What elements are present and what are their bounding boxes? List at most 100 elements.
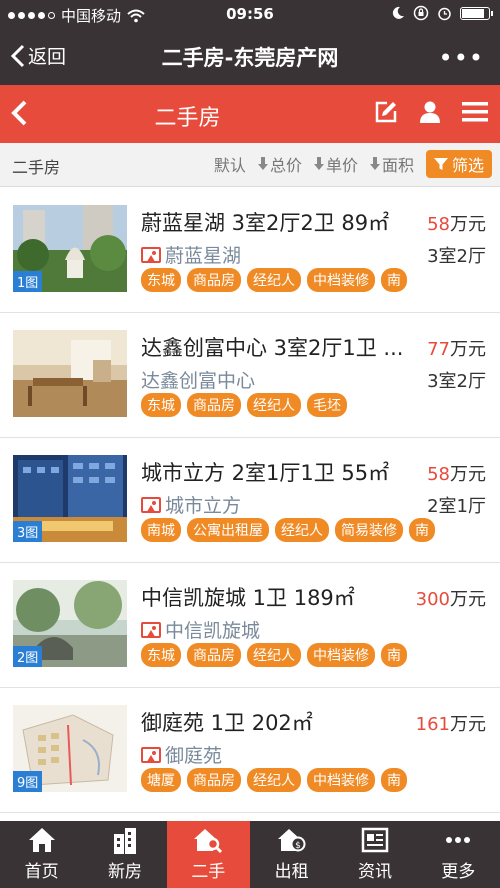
more-menu-button[interactable]: ••• <box>439 44 484 72</box>
listing-list: 1图 蔚蓝星湖 3室2厅2卫 89㎡ 58万元 蔚蓝星湖 3室2厅 东城 商品房… <box>0 188 500 813</box>
tag: 毛坯 <box>307 393 347 417</box>
tag: 经纪人 <box>275 518 329 542</box>
photo-count-badge: 9图 <box>13 771 43 792</box>
photo-count-badge: 2图 <box>13 646 43 667</box>
funnel-icon <box>433 158 448 170</box>
alarm-icon <box>438 7 451 20</box>
tag: 公寓出租屋 <box>187 518 269 542</box>
tab-more[interactable]: 更多 <box>417 821 500 888</box>
tag: 中档装修 <box>307 643 375 667</box>
tag: 南城 <box>141 518 181 542</box>
tag: 商品房 <box>187 768 241 792</box>
tag: 南 <box>381 768 407 792</box>
listing-photo <box>13 330 127 417</box>
listing-tags: 东城 商品房 经纪人 毛坯 <box>141 393 347 417</box>
house-search-icon <box>194 829 223 854</box>
tag: 简易装修 <box>335 518 403 542</box>
nav-bar: 返回 二手房-东莞房产网 ••• <box>0 28 500 85</box>
listing-photo: 9图 <box>13 705 127 792</box>
tag: 经纪人 <box>247 768 301 792</box>
community-link[interactable]: 御庭苑 <box>141 741 222 768</box>
community-link[interactable]: 达鑫创富中心 <box>141 366 255 393</box>
photo-count-badge: 3图 <box>13 521 43 542</box>
listing-price: 161万元 <box>415 714 486 735</box>
sort-default[interactable]: 默认 <box>214 152 246 176</box>
moon-icon <box>392 6 404 19</box>
photo-count-badge: 1图 <box>13 271 43 292</box>
news-icon <box>361 827 389 853</box>
listing-tags: 东城 商品房 经纪人 中档装修 南 <box>141 268 407 292</box>
listing-price: 77万元 <box>427 339 486 360</box>
tag: 经纪人 <box>247 643 301 667</box>
tab-home[interactable]: 首页 <box>0 821 83 888</box>
menu-icon[interactable] <box>462 100 488 124</box>
tab-news[interactable]: 资讯 <box>333 821 416 888</box>
more-dots-icon <box>446 837 471 843</box>
breadcrumb: 二手房 <box>12 158 61 177</box>
listing-title: 御庭苑 1卫 202㎡ <box>141 711 313 735</box>
image-icon <box>141 746 161 763</box>
community-link[interactable]: 蔚蓝星湖 <box>141 241 241 268</box>
building-icon <box>113 828 136 854</box>
image-icon <box>141 496 161 513</box>
listing-tags: 东城 商品房 经纪人 中档装修 南 <box>141 643 407 667</box>
listing-price: 300万元 <box>415 589 486 610</box>
listing-price: 58万元 <box>427 214 486 235</box>
sort-unit-price[interactable]: 单价 <box>313 152 358 176</box>
listing-title: 达鑫创富中心 3室2厅1卫 ... <box>141 336 404 360</box>
listing-item[interactable]: 2图 中信凯旋城 1卫 189㎡ 300万元 中信凯旋城 东城 商品房 经纪人 … <box>0 563 500 688</box>
listing-title: 蔚蓝星湖 3室2厅2卫 89㎡ <box>141 211 390 235</box>
tag: 塘厦 <box>141 768 181 792</box>
tag: 商品房 <box>187 643 241 667</box>
battery-icon <box>460 6 493 20</box>
rotation-lock-icon <box>413 5 429 21</box>
tag: 中档装修 <box>307 268 375 292</box>
sort-total-price[interactable]: 总价 <box>257 152 302 176</box>
tag: 商品房 <box>187 393 241 417</box>
listing-title: 中信凯旋城 1卫 189㎡ <box>141 586 355 610</box>
listing-item[interactable]: 9图 御庭苑 1卫 202㎡ 161万元 御庭苑 塘厦 商品房 经纪人 中档装修… <box>0 688 500 813</box>
tag: 中档装修 <box>307 768 375 792</box>
house-coin-icon: $ <box>277 829 306 852</box>
tag: 东城 <box>141 643 181 667</box>
listing-layout: 3室2厅 <box>427 246 486 267</box>
sort-area[interactable]: 面积 <box>369 152 414 176</box>
listing-photo: 2图 <box>13 580 127 667</box>
user-icon[interactable] <box>418 100 442 124</box>
page-title: 二手房-东莞房产网 <box>161 46 339 70</box>
tag: 东城 <box>141 393 181 417</box>
listing-item[interactable]: 达鑫创富中心 3室2厅1卫 ... 77万元 达鑫创富中心 3室2厅 东城 商品… <box>0 313 500 438</box>
tab-new-homes[interactable]: 新房 <box>83 821 166 888</box>
tag: 经纪人 <box>247 268 301 292</box>
tag: 商品房 <box>187 268 241 292</box>
listing-photo: 1图 <box>13 205 127 292</box>
listing-item[interactable]: 3图 城市立方 2室1厅1卫 55㎡ 58万元 城市立方 2室1厅 南城 公寓出… <box>0 438 500 563</box>
image-icon <box>141 621 161 638</box>
image-icon <box>141 246 161 263</box>
tag: 南 <box>409 518 435 542</box>
status-bar: 中国移动 09:56 <box>0 0 500 28</box>
svg-text:$: $ <box>295 841 301 851</box>
listing-tags: 塘厦 商品房 经纪人 中档装修 南 <box>141 768 407 792</box>
section-title: 二手房 <box>154 106 221 131</box>
tab-second-hand[interactable]: 二手 <box>166 821 250 888</box>
filter-button[interactable]: 筛选 <box>425 150 492 178</box>
tab-rent[interactable]: $ 出租 <box>250 821 333 888</box>
listing-item[interactable]: 1图 蔚蓝星湖 3室2厅2卫 89㎡ 58万元 蔚蓝星湖 3室2厅 东城 商品房… <box>0 188 500 313</box>
listing-photo: 3图 <box>13 455 127 542</box>
listing-layout: 3室2厅 <box>427 371 486 392</box>
tag: 南 <box>381 268 407 292</box>
listing-layout: 2室1厅 <box>427 496 486 517</box>
tab-bar: 首页 新房 二手 $ 出租 资讯 更多 <box>0 821 500 888</box>
arrow-down-icon <box>369 157 380 170</box>
filter-bar: 二手房 默认 总价 单价 面积 筛选 <box>0 143 500 187</box>
community-link[interactable]: 中信凯旋城 <box>141 616 260 643</box>
arrow-down-icon <box>257 157 268 170</box>
arrow-down-icon <box>313 157 324 170</box>
edit-icon[interactable] <box>374 100 398 124</box>
listing-tags: 南城 公寓出租屋 经纪人 简易装修 南 <box>141 518 435 542</box>
listing-title: 城市立方 2室1厅1卫 55㎡ <box>141 461 390 485</box>
community-link[interactable]: 城市立方 <box>141 491 241 518</box>
tag: 东城 <box>141 268 181 292</box>
tag: 南 <box>381 643 407 667</box>
